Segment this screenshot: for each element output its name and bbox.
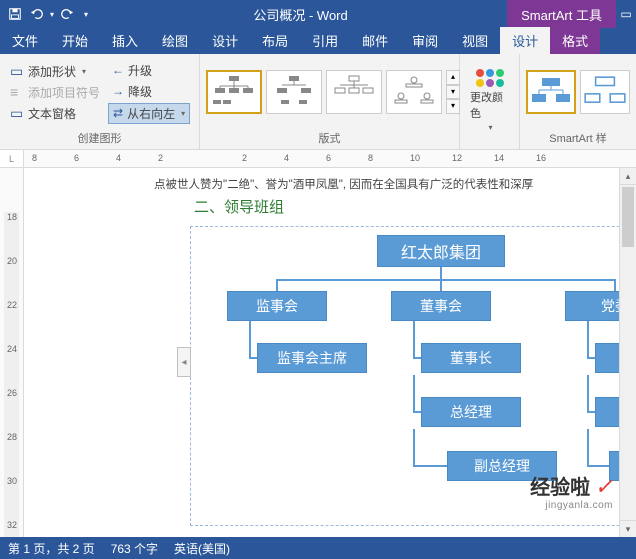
tab-file[interactable]: 文件: [0, 27, 50, 54]
ribbon-group-label: 版式: [206, 128, 453, 148]
gallery-up-icon[interactable]: ▴: [446, 70, 460, 85]
ribbon: ▭添加形状▾ ≡添加项目符号 ▭文本窗格 ←升级 →降级 ⇄从右向左▾ 创建图形…: [0, 54, 636, 150]
tab-home[interactable]: 开始: [50, 27, 100, 54]
contextual-tab-label: SmartArt 工具: [507, 0, 616, 28]
ribbon-group-create: ▭添加形状▾ ≡添加项目符号 ▭文本窗格 ←升级 →降级 ⇄从右向左▾ 创建图形: [0, 54, 200, 149]
text-pane-button[interactable]: ▭文本窗格: [6, 104, 104, 123]
demote-label: 降级: [128, 83, 152, 100]
color-swatch-icon: [476, 69, 504, 77]
titlebar: ▾ ▾ 公司概况 - Word SmartArt 工具 ▭: [0, 0, 636, 28]
hruler-scale[interactable]: 8 6 4 2 2 4 6 8 10 12 14 16: [24, 150, 636, 167]
add-bullet-label: 添加项目符号: [28, 84, 100, 101]
chevron-down-icon: ▾: [82, 67, 86, 76]
change-colors-label: 更改颜色: [470, 89, 509, 121]
tab-insert[interactable]: 插入: [100, 27, 150, 54]
change-colors-button[interactable]: 更改颜色 ▾: [466, 67, 513, 134]
tab-smartart-format[interactable]: 格式: [550, 27, 600, 54]
watermark: 经验啦 ✓ jingyanla.com: [530, 471, 613, 511]
rtl-label: 从右向左: [127, 105, 175, 122]
text-pane-handle[interactable]: ◂: [177, 347, 191, 377]
add-shape-button[interactable]: ▭添加形状▾: [6, 62, 104, 81]
window-control[interactable]: ▭: [616, 7, 636, 21]
color-swatch-icon: [476, 79, 504, 87]
ribbon-group-label: [466, 144, 513, 148]
text-pane-label: 文本窗格: [28, 105, 76, 122]
redo-icon[interactable]: [58, 5, 76, 23]
promote-label: 升级: [128, 62, 152, 79]
status-language[interactable]: 英语(美国): [174, 540, 230, 557]
vertical-scrollbar[interactable]: ▴ ▾: [619, 168, 636, 537]
watermark-brand: 经验啦: [530, 477, 590, 499]
ribbon-tabs: 文件 开始 插入 绘图 设计 布局 引用 邮件 审阅 视图 设计 格式: [0, 28, 636, 54]
horizontal-ruler: L 8 6 4 2 2 4 6 8 10 12 14 16: [0, 150, 636, 168]
qat-customize-icon[interactable]: ▾: [84, 10, 88, 19]
org-node[interactable]: 董事长: [421, 343, 521, 373]
status-page[interactable]: 第 1 页，共 2 页: [8, 540, 95, 557]
window-title: 公司概况 - Word: [94, 5, 507, 24]
style-thumb-1[interactable]: [526, 70, 576, 114]
chevron-down-icon: ▾: [181, 109, 185, 118]
gallery-down-icon[interactable]: ▾: [446, 85, 460, 100]
gallery-spinner: ▴ ▾ ▾: [446, 70, 460, 114]
style-gallery: [526, 70, 630, 114]
checkmark-icon: ✓: [595, 474, 613, 499]
ribbon-group-label: SmartArt 样: [526, 128, 630, 148]
status-words[interactable]: 763 个字: [111, 540, 158, 557]
statusbar: 第 1 页，共 2 页 763 个字 英语(美国): [0, 537, 636, 559]
document-heading: 二、领导班组: [194, 196, 284, 217]
tab-view[interactable]: 视图: [450, 27, 500, 54]
tab-references[interactable]: 引用: [300, 27, 350, 54]
demote-button[interactable]: →降级: [108, 82, 190, 101]
ribbon-group-layouts: ▴ ▾ ▾ 版式: [200, 54, 460, 149]
tab-smartart-design[interactable]: 设计: [500, 27, 550, 54]
org-node[interactable]: 董事会: [391, 291, 491, 321]
document-area: 18 20 22 24 26 28 30 32 点被世人赞为"二绝"、誉为"酒甲…: [0, 168, 636, 537]
tab-review[interactable]: 审阅: [400, 27, 450, 54]
undo-dropdown-icon[interactable]: ▾: [50, 10, 54, 19]
org-node[interactable]: 总经理: [421, 397, 521, 427]
org-node[interactable]: 监事会主席: [257, 343, 367, 373]
body-text: 点被世人赞为"二绝"、誉为"酒甲凤凰", 因而在全国具有广泛的代表性和深厚: [154, 176, 533, 192]
style-thumb-2[interactable]: [580, 70, 630, 114]
layout-thumb-2[interactable]: [266, 70, 322, 114]
layout-thumb-3[interactable]: [326, 70, 382, 114]
org-node-root[interactable]: 红太郎集团: [377, 235, 505, 267]
scroll-up-icon[interactable]: ▴: [620, 168, 636, 185]
ribbon-group-colors: 更改颜色 ▾: [460, 54, 520, 149]
tab-design[interactable]: 设计: [200, 27, 250, 54]
chevron-down-icon: ▾: [488, 123, 492, 132]
promote-button[interactable]: ←升级: [108, 61, 190, 80]
rtl-button[interactable]: ⇄从右向左▾: [108, 103, 190, 124]
layout-thumb-4[interactable]: [386, 70, 442, 114]
quick-access-toolbar: ▾ ▾: [0, 5, 94, 23]
layout-thumb-1[interactable]: [206, 70, 262, 114]
org-node[interactable]: 党委: [595, 343, 619, 373]
document-canvas[interactable]: 点被世人赞为"二绝"、誉为"酒甲凤凰", 因而在全国具有广泛的代表性和深厚 二、…: [24, 168, 619, 537]
tab-layout[interactable]: 布局: [250, 27, 300, 54]
watermark-url: jingyanla.com: [530, 500, 613, 511]
org-node[interactable]: 监事会: [227, 291, 327, 321]
save-icon[interactable]: [6, 5, 24, 23]
tab-mailings[interactable]: 邮件: [350, 27, 400, 54]
undo-icon[interactable]: [28, 5, 46, 23]
layout-gallery: ▴ ▾ ▾: [206, 70, 460, 114]
ribbon-group-styles: SmartArt 样: [520, 54, 636, 149]
gallery-more-icon[interactable]: ▾: [446, 99, 460, 114]
add-bullet-button[interactable]: ≡添加项目符号: [6, 83, 104, 102]
tab-drawing[interactable]: 绘图: [150, 27, 200, 54]
org-node[interactable]: 党委副: [595, 397, 619, 427]
add-shape-label: 添加形状: [28, 63, 76, 80]
scroll-down-icon[interactable]: ▾: [620, 520, 636, 537]
ribbon-group-label: 创建图形: [6, 128, 193, 148]
org-node[interactable]: 党委: [565, 291, 619, 321]
ruler-corner[interactable]: L: [0, 150, 24, 167]
scroll-thumb[interactable]: [622, 187, 634, 247]
vertical-ruler[interactable]: 18 20 22 24 26 28 30 32: [0, 168, 24, 537]
